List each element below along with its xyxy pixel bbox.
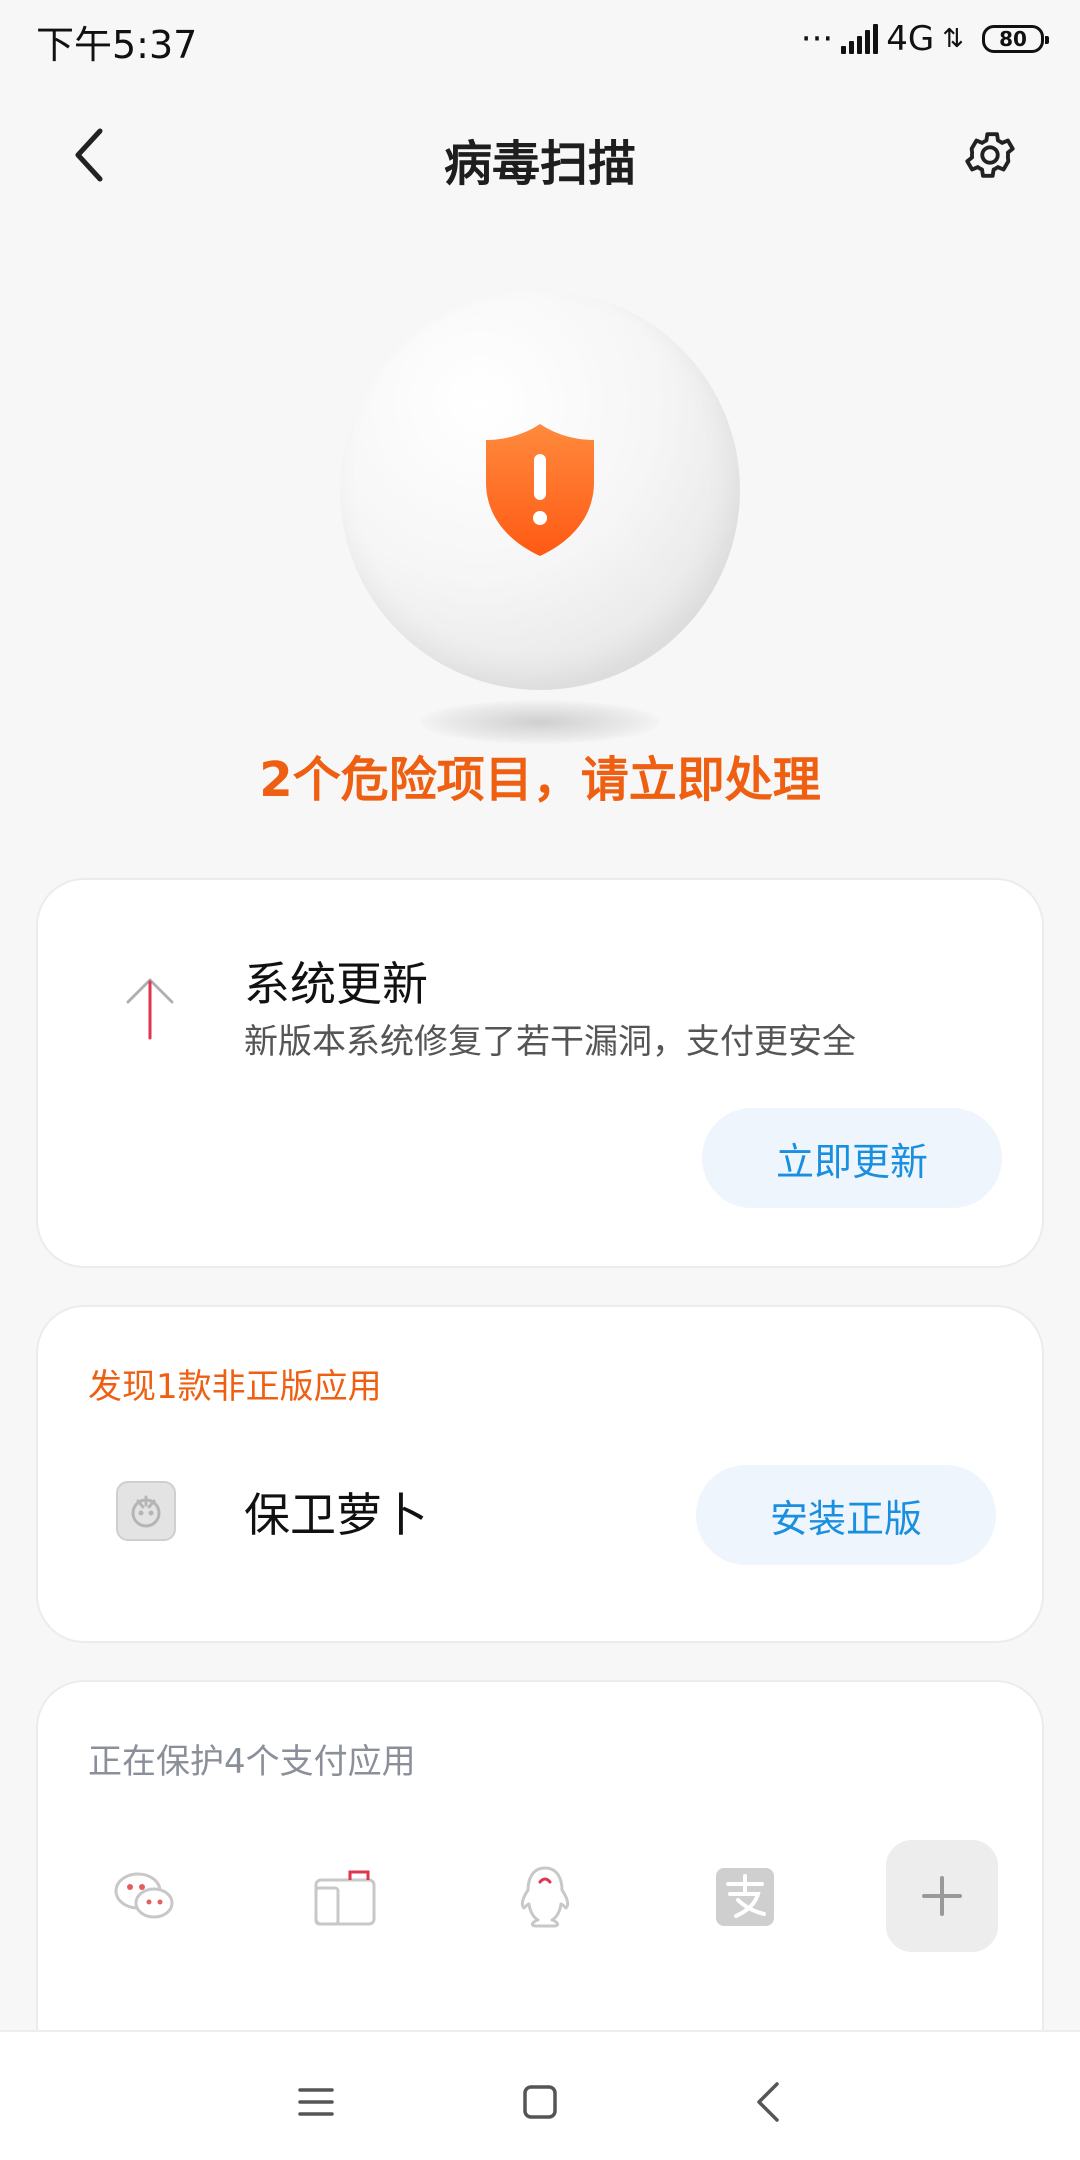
carrot-app-icon <box>116 1481 176 1541</box>
system-update-card: 系统更新 新版本系统修复了若干漏洞，支付更安全 立即更新 <box>36 878 1044 1268</box>
page-title: 病毒扫描 <box>443 136 636 192</box>
status-indicators: ··· 4G ⇅ 80 <box>800 14 1049 64</box>
payment-protection-title: 正在保护4个支付应用 <box>88 1742 416 1782</box>
home-square-icon <box>523 2085 557 2119</box>
update-now-button[interactable]: 立即更新 <box>702 1108 1002 1208</box>
threat-alert-text: 2个危险项目，请立即处理 <box>259 752 821 808</box>
pirated-app-card: 发现1款非正版应用 保卫萝卜 安装正版 <box>36 1305 1044 1643</box>
arrow-up-icon <box>126 978 174 1040</box>
qq-icon[interactable] <box>510 1862 580 1932</box>
header: 病毒扫描 <box>0 90 1080 220</box>
wechat-icon[interactable] <box>110 1862 180 1932</box>
nav-back-button[interactable] <box>728 2062 808 2142</box>
battery-level: 80 <box>999 27 1027 51</box>
navigation-bar <box>0 2030 1080 2160</box>
back-triangle-icon <box>757 2082 779 2122</box>
alipay-icon[interactable] <box>710 1862 780 1932</box>
plus-icon <box>922 1876 962 1916</box>
home-button[interactable] <box>500 2062 580 2142</box>
app-glyph-icon <box>131 1495 161 1528</box>
status-bar: 下午5:37 ··· 4G ⇅ 80 <box>0 0 1080 80</box>
status-time: 下午5:37 <box>36 23 198 67</box>
orb-shadow <box>420 700 660 744</box>
settings-button[interactable] <box>950 115 1030 195</box>
update-description: 新版本系统修复了若干漏洞，支付更安全 <box>244 1022 856 1062</box>
add-payment-app-button[interactable] <box>886 1840 998 1952</box>
more-dots: ··· <box>800 19 834 59</box>
menu-icon <box>298 2088 334 2116</box>
gear-icon <box>965 132 1015 178</box>
warning-shield-icon <box>486 424 594 556</box>
app-name: 保卫萝卜 <box>244 1488 428 1542</box>
update-title: 系统更新 <box>244 957 428 1011</box>
wallet-icon[interactable] <box>310 1862 380 1932</box>
install-official-button[interactable]: 安装正版 <box>696 1465 996 1565</box>
recent-apps-button[interactable] <box>276 2062 356 2142</box>
data-arrows-icon: ⇅ <box>942 24 964 54</box>
network-type: 4G <box>886 19 935 59</box>
battery-icon: 80 <box>982 25 1049 53</box>
pirated-app-hint: 发现1款非正版应用 <box>88 1367 382 1407</box>
signal-icon <box>841 24 879 54</box>
screen: 下午5:37 ··· 4G ⇅ 80 病毒扫描 2个危险项目，请立即处理 系统更… <box>0 0 1080 2160</box>
